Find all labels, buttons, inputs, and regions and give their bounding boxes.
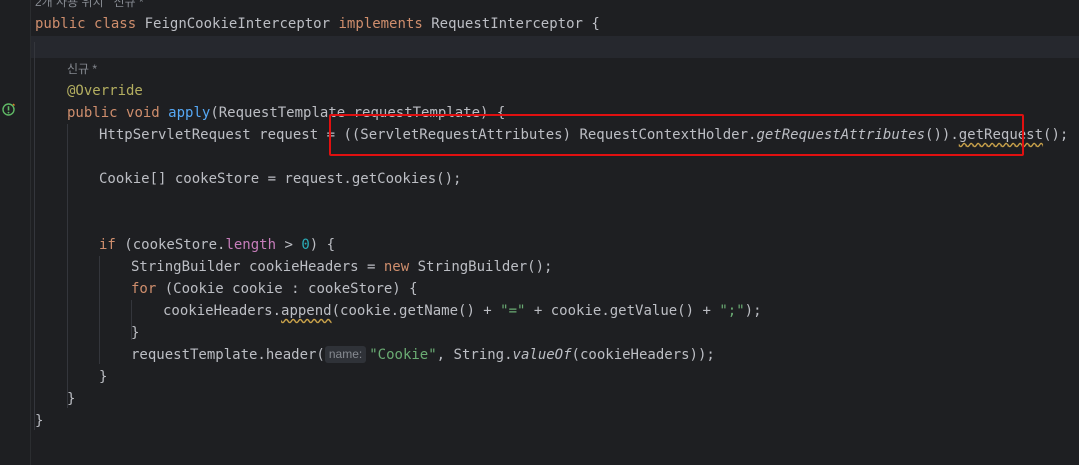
class-name: FeignCookieInterceptor <box>144 16 331 32</box>
code-text: (cookieHeaders)); <box>571 347 715 363</box>
keyword: public <box>67 105 118 121</box>
code-line: Cookie[] cookeStore = request.getCookies… <box>99 168 461 190</box>
code-line: @Override <box>67 80 143 102</box>
string-literal: "=" <box>500 303 526 319</box>
code-text: StringBuilder(); <box>409 259 553 275</box>
string-literal: "Cookie" <box>369 347 437 363</box>
code-text: ) { <box>309 237 336 253</box>
code-text: } <box>35 413 44 429</box>
code-line: cookieHeaders.append(cookie.getName() + … <box>163 300 762 322</box>
keyword: if <box>99 237 116 253</box>
keyword: void <box>126 105 160 121</box>
code-text: + cookie.getValue() + <box>525 303 720 319</box>
keyword: new <box>383 259 410 275</box>
keyword: public <box>35 16 86 32</box>
implements-method-icon[interactable] <box>2 103 15 116</box>
gutter-divider <box>30 0 31 465</box>
keyword: class <box>94 16 137 32</box>
parameter-name-hint: name: <box>324 346 367 363</box>
method-name: apply <box>168 105 211 121</box>
usages-hint[interactable]: 2개 사용 위치 신규 * <box>35 0 144 10</box>
code-text: (); <box>1043 127 1069 143</box>
code-text: RequestInterceptor { <box>431 16 600 32</box>
code-line: } <box>35 410 43 432</box>
code-line: } <box>99 366 107 388</box>
number-literal: 0 <box>301 237 310 253</box>
indent-guide <box>67 124 68 408</box>
keyword: for <box>131 281 157 297</box>
code-line: } <box>67 388 75 410</box>
method-author-hint[interactable]: 신규 * <box>67 61 97 77</box>
annotation: @Override <box>67 83 143 99</box>
code-text: requestTemplate.header( <box>131 347 325 363</box>
code-line: if (cookeStore.length > 0) { <box>99 234 335 256</box>
code-text: HttpServletRequest request = <box>99 127 344 143</box>
code-line: for (Cookie cookie : cookeStore) { <box>131 278 418 300</box>
code-line: } <box>131 322 139 344</box>
code-text: (cookeStore. <box>115 237 226 253</box>
warning-method-call: append <box>281 303 332 319</box>
code-text: StringBuilder cookieHeaders = <box>131 259 384 275</box>
code-text: , String. <box>436 347 513 363</box>
indent-guide <box>34 42 35 430</box>
highlight-box <box>329 114 1024 156</box>
code-text: (cookie.getName() + <box>331 303 501 319</box>
code-text: } <box>67 391 76 407</box>
keyword: implements <box>338 16 423 32</box>
code-line: StringBuilder cookieHeaders = new String… <box>131 256 552 278</box>
code-text: > <box>276 237 302 253</box>
code-text: (Cookie cookie : cookeStore) { <box>156 281 418 297</box>
code-editor[interactable]: 2개 사용 위치 신규 * public class FeignCookieIn… <box>0 0 1079 465</box>
gutter[interactable] <box>0 0 30 465</box>
code-text: cookieHeaders. <box>163 303 282 319</box>
code-text: } <box>99 369 108 385</box>
string-literal: ";" <box>719 303 745 319</box>
code-line: public class FeignCookieInterceptor impl… <box>35 13 600 35</box>
static-method-call: valueOf <box>512 347 572 363</box>
field-access: length <box>225 237 277 253</box>
code-text: Cookie[] cookeStore = request.getCookies… <box>99 171 462 187</box>
current-line-highlight <box>31 36 1079 58</box>
code-text: } <box>131 325 140 341</box>
code-text: ); <box>744 303 762 319</box>
code-line: requestTemplate.header(name: "Cookie", St… <box>131 344 715 366</box>
indent-guide <box>99 256 100 364</box>
